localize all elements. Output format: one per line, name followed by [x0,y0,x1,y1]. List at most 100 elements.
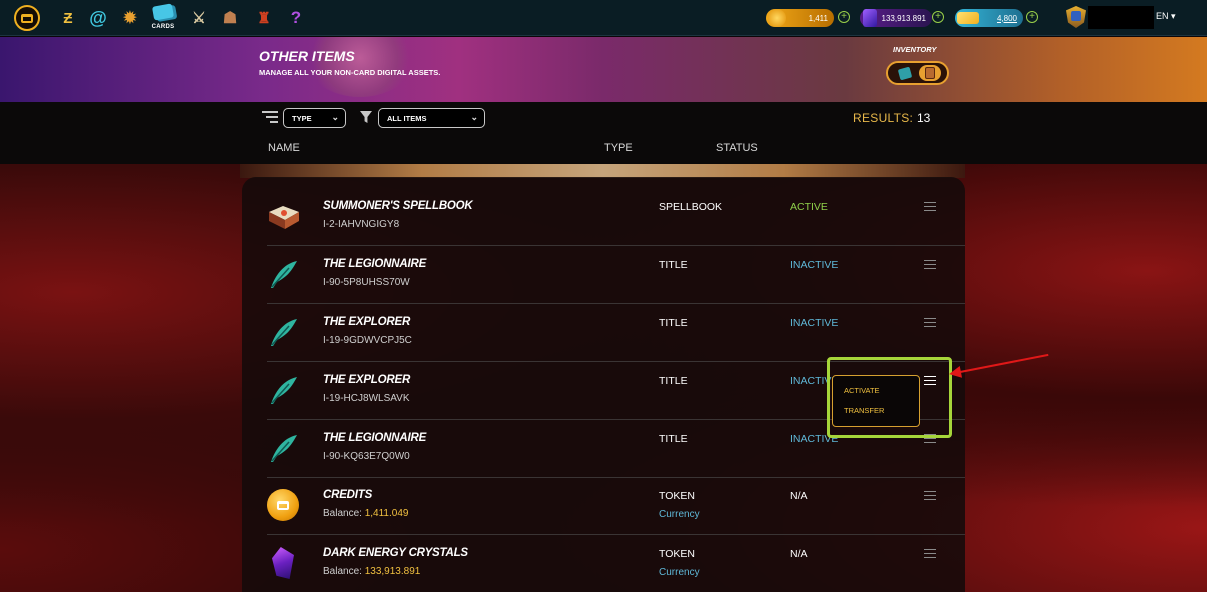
row-action-menu: ACTIVATE TRANSFER [832,375,920,427]
filter-bar: TYPE ⌄ ALL ITEMS ⌄ RESULTS: 13 NAME TYPE… [0,102,1207,164]
item-name: THE EXPLORER [323,374,411,386]
dec-value: 133,913.891 [881,13,927,23]
items-filter-value: ALL ITEMS [387,114,427,123]
sps-token-icon [957,12,979,24]
column-header-name[interactable]: NAME [268,142,300,154]
item-type: TITLE [659,433,688,445]
item-balance: Balance: 1,411.049 [323,508,409,519]
cards-tab[interactable]: CARDS [148,3,178,33]
column-header-type[interactable]: TYPE [604,142,633,154]
credits-balance[interactable]: 1,411 [766,9,834,27]
row-menu-icon[interactable] [924,549,936,559]
item-status: ACTIVE [790,201,828,213]
item-id: I-2-IAHVNGIGY8 [323,219,400,230]
item-name: CREDITS [323,489,373,501]
add-credits-button[interactable]: + [838,11,850,23]
guild-shield-icon[interactable] [1066,6,1086,28]
item-row[interactable]: CREDITS Balance: 1,411.049 TOKEN Currency N/… [267,477,965,535]
feather-icon [267,432,299,464]
results-count: 13 [917,111,931,125]
chevron-down-icon: ⌄ [470,112,478,122]
item-type: TITLE [659,375,688,387]
column-header-status[interactable]: STATUS [716,142,758,154]
inventory-items-option[interactable] [919,65,942,81]
item-id: I-19-9GDWVCPJ5C [323,335,412,346]
language-selector[interactable]: EN ▾ [1156,11,1176,22]
row-menu-icon[interactable] [924,260,936,270]
sps-balance[interactable]: 4,800 [955,9,1023,27]
item-status: N/A [790,548,808,560]
item-type: TITLE [659,317,688,329]
page-banner: OTHER ITEMS MANAGE ALL YOUR NON-CARD DIG… [0,37,1207,102]
cards-icon [151,3,175,21]
item-status: INACTIVE [790,259,839,271]
dec-crystal-icon [267,547,299,579]
logo-icon[interactable] [14,5,40,31]
row-menu-icon[interactable] [924,318,936,328]
transfer-menu-item[interactable]: TRANSFER [844,406,884,415]
item-type: SPELLBOOK [659,201,723,213]
dec-crystal-icon [863,9,877,27]
item-type: TOKEN [659,548,695,560]
username-redacted[interactable] [1088,6,1154,29]
sort-icon[interactable] [262,111,278,125]
filter-icon [360,111,372,123]
item-type: TOKEN [659,490,695,502]
banner-artwork [305,37,415,97]
credits-coin-icon [768,9,786,27]
item-name: THE LEGIONNAIRE [323,258,427,270]
credits-value: 1,411 [808,13,828,23]
sps-value: 4,800 [996,13,1017,23]
feather-icon [267,374,299,406]
inventory-label: INVENTORY [893,45,937,54]
sword-icon[interactable]: ⚔ [187,6,211,30]
credits-coin-icon [267,489,299,521]
battle-icon[interactable]: Ƶ [56,6,80,30]
item-balance: Balance: 133,913.891 [323,566,421,577]
type-select-value: TYPE [292,114,312,123]
activate-menu-item[interactable]: ACTIVATE [844,386,880,395]
chevron-down-icon: ⌄ [331,112,339,122]
add-sps-button[interactable]: + [1026,11,1038,23]
type-select[interactable]: TYPE ⌄ [283,108,346,128]
page-title: OTHER ITEMS [259,48,355,64]
item-status: INACTIVE [790,317,839,329]
add-dec-button[interactable]: + [932,11,944,23]
item-id: I-90-5P8UHSS70W [323,277,410,288]
item-row[interactable]: DARK ENERGY CRYSTALS Balance: 133,913.891… [267,535,965,592]
shop-icon[interactable]: ☗ [218,6,242,30]
feather-icon [267,316,299,348]
item-id: I-19-HCJ8WLSAVK [323,393,410,404]
item-row[interactable]: THE LEGIONNAIRE I-90-5P8UHSS70W TITLE INACT… [267,246,965,304]
item-row[interactable]: SUMMONER'S SPELLBOOK I-2-IAHVNGIGY8 SPELLB… [267,188,965,246]
cards-label: CARDS [151,24,175,30]
item-type: TITLE [659,259,688,271]
castle-icon[interactable]: ♜ [252,6,276,30]
row-menu-icon[interactable] [924,491,936,501]
results-label: RESULTS: [853,111,914,125]
item-name: SUMMONER'S SPELLBOOK [323,200,473,212]
item-subtype: Currency [659,567,700,578]
gear-icon[interactable]: ✹ [118,6,142,30]
spellbook-icon [267,204,299,236]
cards-icon [897,66,912,80]
annotation-arrow-head [947,365,963,381]
item-name: DARK ENERGY CRYSTALS [323,547,468,559]
item-row[interactable]: THE EXPLORER I-19-9GDWVCPJ5C TITLE INACTIVE [267,304,965,362]
inventory-cards-option[interactable] [894,65,916,81]
question-icon[interactable]: ? [284,6,308,30]
inventory-toggle[interactable] [886,61,949,85]
top-navigation-bar: Ƶ @ ✹ CARDS ⚔ ☗ ♜ ? 1,411 + 133,913.891 … [0,0,1207,36]
item-name: THE EXPLORER [323,316,411,328]
item-status: N/A [790,490,808,502]
items-filter-select[interactable]: ALL ITEMS ⌄ [378,108,485,128]
item-id: I-90-KQ63E7Q0W0 [323,451,410,462]
scroll-icon [925,67,936,79]
swirl-icon[interactable]: @ [86,6,110,30]
dec-balance[interactable]: 133,913.891 [860,9,932,27]
page-subtitle: MANAGE ALL YOUR NON-CARD DIGITAL ASSETS. [259,68,441,77]
row-menu-icon[interactable] [924,202,936,212]
panel-top-glow [240,164,965,178]
item-subtype: Currency [659,509,700,520]
feather-icon [267,258,299,290]
